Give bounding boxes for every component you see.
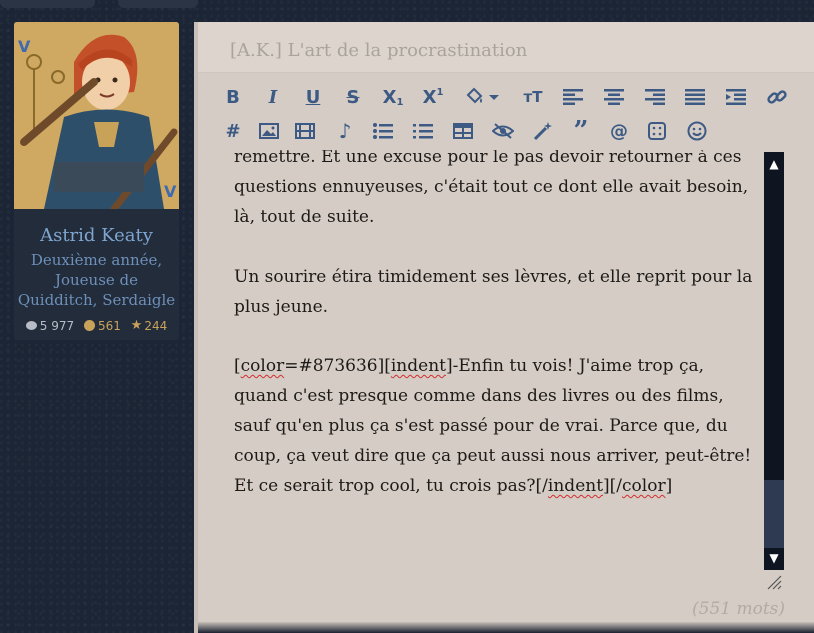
quote-icon[interactable]: ” (568, 116, 594, 146)
stars-count: 244 (144, 318, 168, 333)
scroll-down-icon[interactable]: ▼ (766, 550, 782, 566)
subscript-icon[interactable]: X1 (380, 84, 406, 110)
text-line: plus jeune. (234, 297, 329, 317)
font-size-icon[interactable]: тT (520, 84, 546, 110)
top-tab[interactable] (118, 0, 198, 8)
strikethrough-icon[interactable]: S (340, 84, 366, 110)
bold-icon[interactable]: B (220, 84, 246, 110)
text-line: là, tout de suite. (234, 207, 375, 227)
scrollbar[interactable]: ▲ ▼ (764, 152, 784, 570)
mention-icon[interactable]: @ (606, 118, 632, 144)
scrollbar-thumb[interactable] (764, 480, 784, 548)
editor-bottom-edge (198, 622, 814, 633)
indent-icon[interactable] (723, 84, 749, 110)
superscript-icon[interactable]: X1 (420, 84, 446, 110)
message-count: 5 977 (39, 318, 75, 333)
bullet-list-icon[interactable] (370, 118, 396, 144)
hide-icon[interactable] (490, 118, 516, 144)
paragraph: Un sourire étira timidement ses lèvres, … (234, 262, 764, 322)
text-line: Et ce serait trop cool, tu crois pas?[/i… (234, 476, 673, 496)
text-line: questions ennuyeuses, c'était tout ce do… (234, 177, 749, 197)
text-line: coup, ça veut dire que ça peut aussi nou… (234, 446, 752, 466)
justify-icon[interactable] (682, 84, 708, 110)
profile-title-line: Joueuse de (54, 271, 139, 289)
hashtag-icon[interactable]: # (220, 118, 246, 144)
link-icon[interactable] (764, 84, 790, 110)
profile-name[interactable]: Astrid Keaty (14, 225, 179, 246)
emoji-icon[interactable] (684, 118, 710, 144)
avatar[interactable]: V V (14, 22, 179, 209)
star-icon: ★ (130, 318, 143, 333)
paragraph: [color=#873636][indent]-Enfin tu vois! J… (234, 351, 764, 501)
text-line: Un sourire étira timidement ses lèvres, … (234, 267, 753, 287)
align-right-icon[interactable] (642, 84, 668, 110)
top-bar (0, 0, 814, 10)
music-icon[interactable]: ♪ (332, 118, 358, 144)
underline-icon[interactable]: U (300, 84, 326, 110)
profile-title-line: Quidditch, Serdaigle (17, 291, 176, 309)
profile-card: V V Astrid Keaty Deuxième année, Joueuse… (14, 22, 179, 340)
paragraph: remettre. Et une excuse pour le pas devo… (234, 150, 764, 232)
message-editor: [A.K.] L'art de la procrastination B I U… (194, 22, 814, 633)
align-left-icon[interactable] (560, 84, 586, 110)
svg-text:V: V (164, 182, 177, 201)
word-count: (551 mots) (692, 599, 786, 619)
image-icon[interactable] (256, 118, 282, 144)
text-line: quand c'est presque comme dans des livre… (234, 386, 724, 406)
text-line: remettre. Et une excuse pour le pas devo… (234, 150, 742, 167)
message-icon (25, 321, 37, 330)
dice-icon[interactable] (644, 118, 670, 144)
subject-field[interactable]: [A.K.] L'art de la procrastination (198, 22, 814, 73)
editor-toolbar: B I U S X1 X1 тT # ♪ ” @ (220, 84, 810, 154)
avatar-illustration: V V (14, 22, 179, 209)
profile-stats: 5 977 561 ★ 244 (14, 318, 179, 333)
align-center-icon[interactable] (601, 84, 627, 110)
italic-icon[interactable]: I (260, 84, 286, 110)
resize-grip-icon[interactable] (764, 572, 784, 590)
svg-text:V: V (18, 37, 31, 56)
magic-wand-icon[interactable] (530, 118, 556, 144)
numbered-list-icon[interactable] (410, 118, 436, 144)
table-icon[interactable] (450, 118, 476, 144)
text-line: sauf qu'en plus ça s'est passé pour de v… (234, 416, 728, 436)
scroll-up-icon[interactable]: ▲ (766, 156, 782, 172)
profile-title: Deuxième année, Joueuse de Quidditch, Se… (14, 250, 179, 310)
message-textarea[interactable]: remettre. Et une excuse pour le pas devo… (198, 150, 764, 570)
text-line: [color=#873636][indent]-Enfin tu vois! J… (234, 356, 704, 376)
top-tab[interactable] (0, 0, 95, 8)
profile-title-line: Deuxième année, (30, 251, 163, 269)
subject-text: [A.K.] L'art de la procrastination (230, 40, 528, 61)
points-count: 561 (97, 318, 121, 333)
video-icon[interactable] (292, 118, 318, 144)
fill-color-icon[interactable] (464, 84, 500, 110)
coin-icon (83, 320, 95, 331)
